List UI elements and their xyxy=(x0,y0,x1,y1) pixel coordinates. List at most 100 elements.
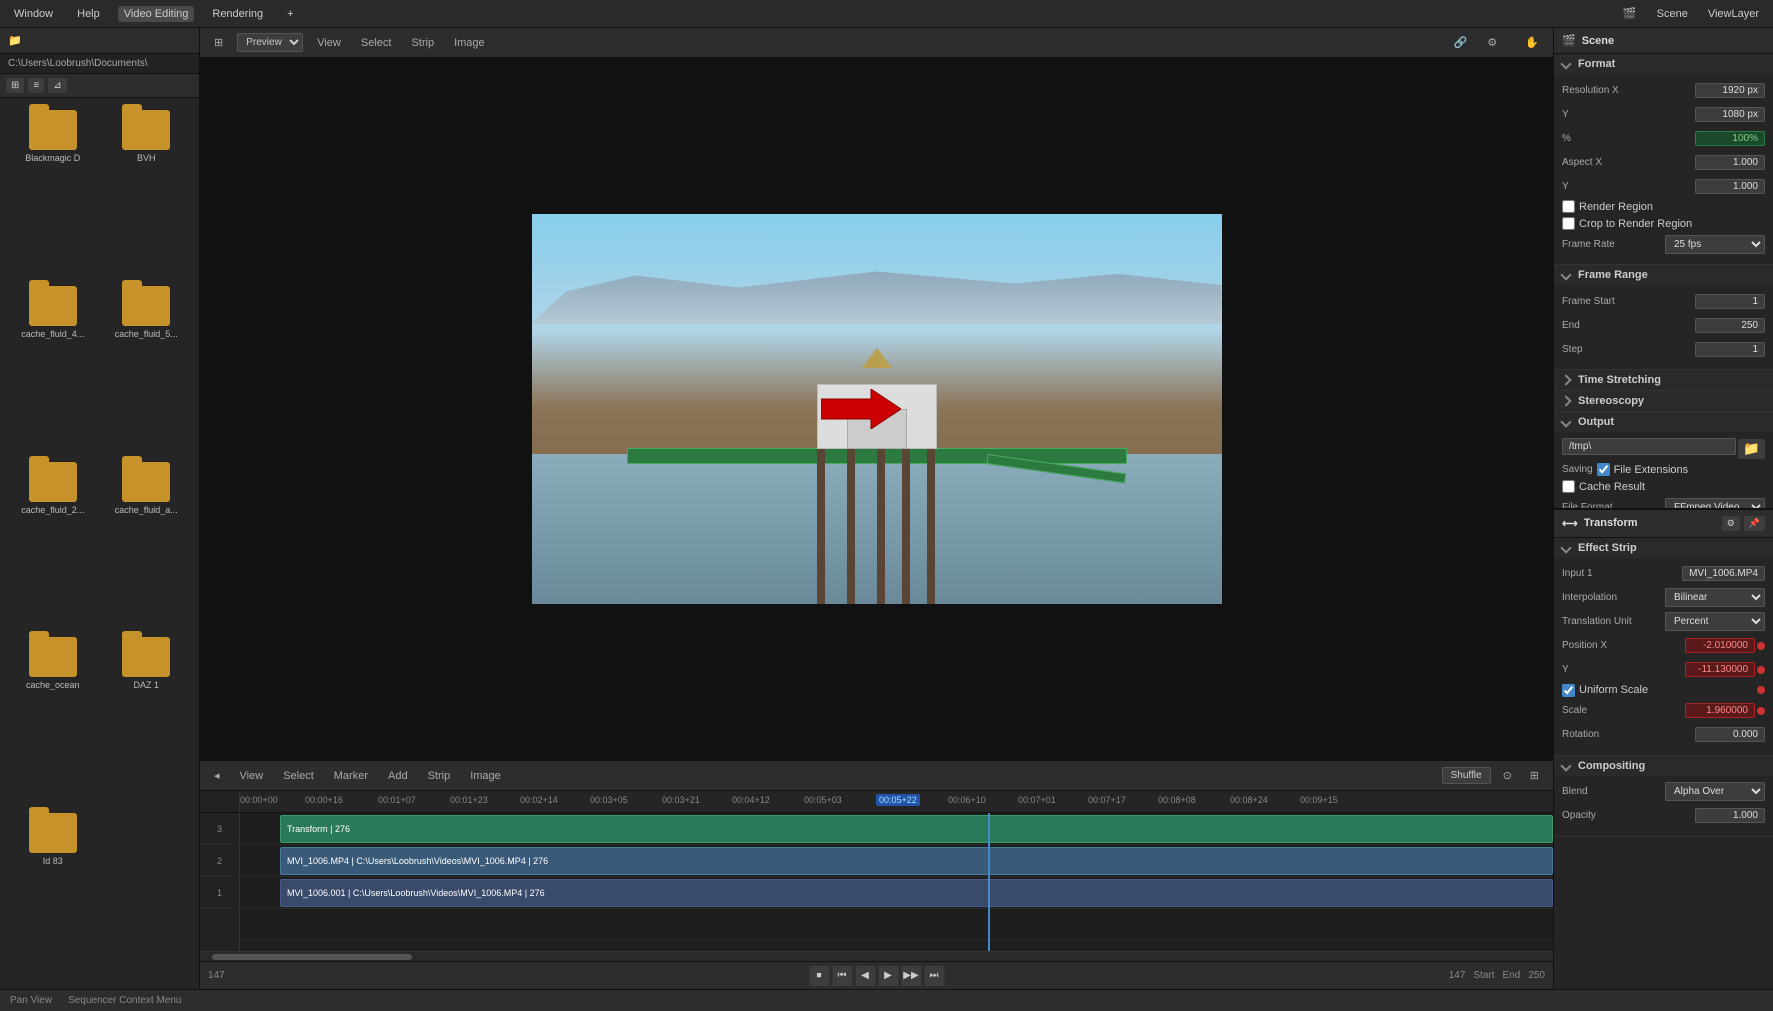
blend-row: Blend Alpha Over xyxy=(1562,782,1765,802)
file-extensions-checkbox[interactable] xyxy=(1597,463,1610,476)
shuffle-button[interactable]: Shuffle xyxy=(1442,767,1491,784)
rotation-value[interactable]: 0.000 xyxy=(1695,727,1765,742)
resolution-y-value[interactable]: 1080 px xyxy=(1695,107,1765,122)
top-menubar: Window Help Video Editing Rendering + 🎬 … xyxy=(0,0,1773,28)
play-button[interactable]: ▶ xyxy=(878,966,898,986)
jump-start-button[interactable]: ⏮ xyxy=(832,966,852,986)
tl-menu-marker[interactable]: Marker xyxy=(328,768,374,784)
position-x-value[interactable]: -2.010000 xyxy=(1685,638,1755,653)
tl-menu-add[interactable]: Add xyxy=(382,768,414,784)
time-stretching-label: Time Stretching xyxy=(1578,374,1661,386)
blend-label: Blend xyxy=(1562,786,1588,797)
list-item[interactable]: cache_fluid_a... xyxy=(102,458,192,630)
menu-video-editing[interactable]: Video Editing xyxy=(118,6,195,22)
browser-icon: 📁 xyxy=(8,34,22,47)
timeline-scrollbar[interactable] xyxy=(200,951,1553,961)
list-view-button[interactable]: ≡ xyxy=(28,78,44,93)
position-y-value[interactable]: -11.130000 xyxy=(1685,662,1755,677)
preview-zoom-icon[interactable]: 🔗 xyxy=(1448,34,1474,51)
file-format-select[interactable]: FFmpeg Video xyxy=(1665,498,1765,508)
list-item[interactable]: cache_fluid_5... xyxy=(102,282,192,454)
tl-menu-select[interactable]: Select xyxy=(277,768,320,784)
list-item[interactable]: Id 83 xyxy=(8,809,98,981)
table-row[interactable]: Transform | 276 xyxy=(240,813,1553,845)
scale-value[interactable]: 1.960000 xyxy=(1685,703,1755,718)
interpolation-row: Interpolation Bilinear xyxy=(1562,588,1765,608)
clip-transform[interactable]: Transform | 276 xyxy=(280,815,1553,843)
list-item[interactable]: BVH xyxy=(102,106,192,278)
preview-menu-select[interactable]: Select xyxy=(355,35,398,51)
list-item[interactable]: cache_fluid_4... xyxy=(8,282,98,454)
compositing-header[interactable]: Compositing xyxy=(1554,756,1773,776)
output-path-input[interactable] xyxy=(1562,438,1736,455)
preview-mode-select[interactable]: Preview xyxy=(237,33,303,52)
tl-menu-view[interactable]: View xyxy=(234,768,270,784)
format-section-header[interactable]: Format xyxy=(1554,54,1773,74)
input1-value[interactable]: MVI_1006.MP4 xyxy=(1682,566,1765,581)
frame-end-value[interactable]: 250 xyxy=(1695,318,1765,333)
rotation-label: Rotation xyxy=(1562,729,1599,740)
timeline-tracks[interactable]: Transform | 276 MVI_1006.MP4 | C:\Users\… xyxy=(240,813,1553,951)
translation-unit-select[interactable]: Percent xyxy=(1665,612,1765,631)
crop-render-checkbox[interactable] xyxy=(1562,217,1575,230)
frame-start-value[interactable]: 1 xyxy=(1695,294,1765,309)
aspect-x-value[interactable]: 1.000 xyxy=(1695,155,1765,170)
frame-range-header[interactable]: Frame Range xyxy=(1554,265,1773,285)
stop-button[interactable]: ⏹ xyxy=(809,966,829,986)
table-row[interactable]: MVI_1006.001 | C:\Users\Loobrush\Videos\… xyxy=(240,877,1553,909)
list-item[interactable]: cache_ocean xyxy=(8,633,98,805)
clip-mvi1006[interactable]: MVI_1006.MP4 | C:\Users\Loobrush\Videos\… xyxy=(280,847,1553,875)
time-stretching-header[interactable]: Time Stretching xyxy=(1554,370,1773,390)
aspect-y-value[interactable]: 1.000 xyxy=(1695,179,1765,194)
effect-strip-header[interactable]: Effect Strip xyxy=(1554,538,1773,558)
uniform-scale-keyframe-dot xyxy=(1757,686,1765,694)
chevron-down-icon xyxy=(1560,760,1571,771)
render-region-checkbox[interactable] xyxy=(1562,200,1575,213)
transform-title: Transform xyxy=(1584,517,1638,529)
transform-settings-button[interactable]: ⚙ xyxy=(1722,516,1740,531)
file-extensions-row: Saving File Extensions xyxy=(1562,463,1765,476)
filter-button[interactable]: ⊿ xyxy=(48,78,66,93)
menu-add[interactable]: + xyxy=(281,6,299,22)
preview-menu-view[interactable]: View xyxy=(311,35,347,51)
position-x-container: -2.010000 xyxy=(1685,638,1765,653)
menu-rendering[interactable]: Rendering xyxy=(206,6,269,22)
tl-menu-strip[interactable]: Strip xyxy=(422,768,457,784)
jump-end-button[interactable]: ⏭ xyxy=(924,966,944,986)
scene-panel: 🎬 Scene Format Resolution X 1920 px Y 10 xyxy=(1553,28,1773,508)
input1-row: Input 1 MVI_1006.MP4 xyxy=(1562,564,1765,584)
output-header[interactable]: Output xyxy=(1554,412,1773,432)
step-forward-button[interactable]: ▶▶ xyxy=(901,966,921,986)
list-item[interactable]: DAZ 1 xyxy=(102,633,192,805)
opacity-value[interactable]: 1.000 xyxy=(1695,808,1765,823)
resolution-pct-value[interactable]: 100% xyxy=(1695,131,1765,146)
folder-icon-cache4 xyxy=(29,286,77,326)
step-back-button[interactable]: ◀ xyxy=(855,966,875,986)
frame-step-value[interactable]: 1 xyxy=(1695,342,1765,357)
preview-hand-icon[interactable]: ✋ xyxy=(1519,34,1545,51)
grid-view-button[interactable]: ⊞ xyxy=(6,78,24,93)
interpolation-select[interactable]: Bilinear xyxy=(1665,588,1765,607)
transform-icon: ⟷ xyxy=(1562,517,1578,530)
preview-menu-strip[interactable]: Strip xyxy=(405,35,440,51)
menu-help[interactable]: Help xyxy=(71,6,106,22)
clip-mvi1006-001[interactable]: MVI_1006.001 | C:\Users\Loobrush\Videos\… xyxy=(280,879,1553,907)
tl-menu-image[interactable]: Image xyxy=(464,768,507,784)
resolution-x-value[interactable]: 1920 px xyxy=(1695,83,1765,98)
list-item[interactable]: Blackmagic D xyxy=(8,106,98,278)
output-browse-button[interactable]: 📁 xyxy=(1738,439,1765,459)
table-row[interactable]: MVI_1006.MP4 | C:\Users\Loobrush\Videos\… xyxy=(240,845,1553,877)
cache-result-checkbox[interactable] xyxy=(1562,480,1575,493)
blend-select[interactable]: Alpha Over xyxy=(1665,782,1765,801)
menu-window[interactable]: Window xyxy=(8,6,59,22)
uniform-scale-checkbox[interactable] xyxy=(1562,684,1575,697)
scrollbar-thumb[interactable] xyxy=(212,954,412,960)
transform-pin-button[interactable]: 📌 xyxy=(1744,516,1765,531)
frame-rate-select[interactable]: 25 fps xyxy=(1665,235,1765,254)
scene-panel-title: Scene xyxy=(1582,35,1614,47)
list-item[interactable]: cache_fluid_2... xyxy=(8,458,98,630)
preview-menu-image[interactable]: Image xyxy=(448,35,491,51)
timeline-ruler: 00:00+00 00:00+16 00:01+07 00:01+23 00:0… xyxy=(200,791,1553,813)
saving-label: Saving xyxy=(1562,464,1593,475)
stereoscopy-header[interactable]: Stereoscopy xyxy=(1554,391,1773,411)
